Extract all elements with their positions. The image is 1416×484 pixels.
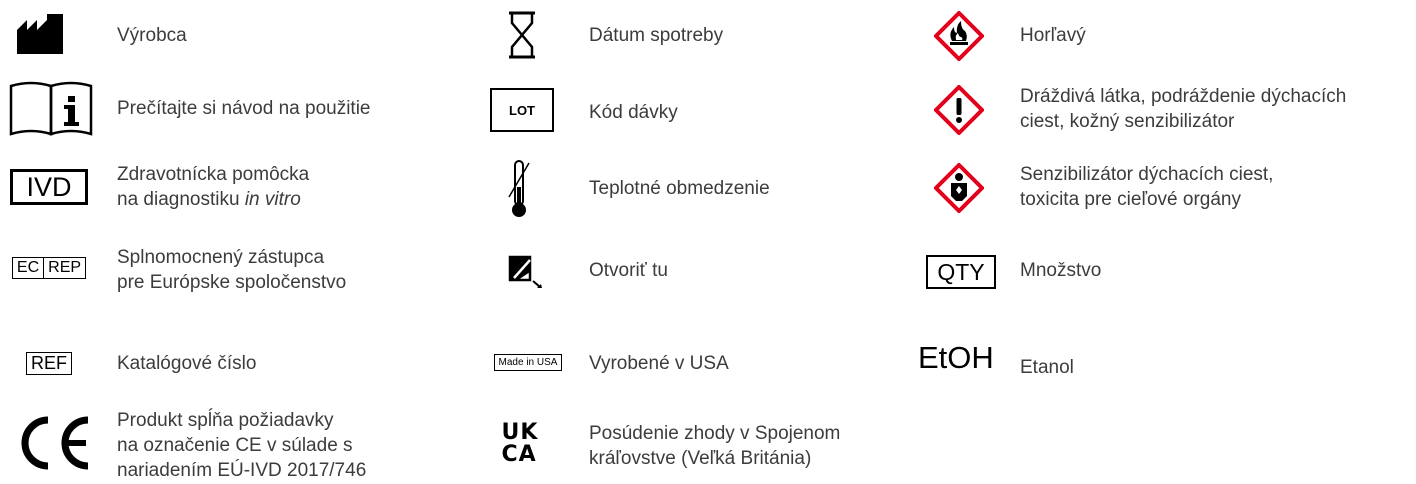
instructions-label: Prečítajte si návod na použitie	[117, 98, 371, 119]
ref-label: Katalógové číslo	[117, 353, 257, 374]
ec-rep-label: Splnomocnený zástupca pre Európske spolo…	[117, 247, 347, 293]
etoh-label: Etanol	[1020, 357, 1074, 378]
etoh-icon: EtOH	[918, 340, 994, 375]
open-here-icon	[504, 254, 546, 288]
ivd-icon: IVD	[10, 168, 88, 206]
qty-label: Množstvo	[1020, 260, 1102, 281]
manufacturer-label: Výrobca	[117, 25, 187, 46]
lot-icon: LOT	[489, 87, 555, 133]
ce-mark-label: Produkt spĺňa požiadavky na označenie CE…	[117, 410, 367, 481]
ivd-label: Zdravotnícka pomôcka na diagnostiku in v…	[117, 164, 310, 210]
made-in-usa-label: Vyrobené v USA	[589, 353, 729, 374]
hourglass-icon	[505, 10, 539, 60]
health-hazard-icon	[933, 162, 985, 214]
flammable-label: Horľavý	[1020, 25, 1086, 46]
qty-icon: QTY	[925, 254, 997, 290]
manufacturer-icon	[15, 12, 67, 56]
ukca-icon: UK CA	[501, 420, 539, 467]
thermometer-icon	[506, 157, 532, 219]
flammable-icon	[933, 10, 985, 62]
health-hazard-label: Senzibilizátor dýchacích ciest, toxicita…	[1020, 164, 1274, 210]
irritant-icon	[933, 84, 985, 136]
ec-rep-icon: EC REP	[6, 256, 92, 280]
instructions-icon	[8, 80, 96, 138]
expiry-label: Dátum spotreby	[589, 25, 724, 46]
ukca-label: Posúdenie zhody v Spojenom kráľovstve (V…	[589, 423, 841, 469]
irritant-label: Dráždivá látka, podráždenie dýchacích ci…	[1020, 86, 1347, 132]
made-in-usa-icon: Made in USA	[488, 351, 568, 373]
ref-icon: REF	[23, 350, 75, 376]
ce-mark-icon	[8, 414, 94, 472]
open-here-label: Otvoriť tu	[589, 260, 668, 281]
temperature-label: Teplotné obmedzenie	[589, 178, 770, 199]
lot-label: Kód dávky	[589, 102, 678, 123]
